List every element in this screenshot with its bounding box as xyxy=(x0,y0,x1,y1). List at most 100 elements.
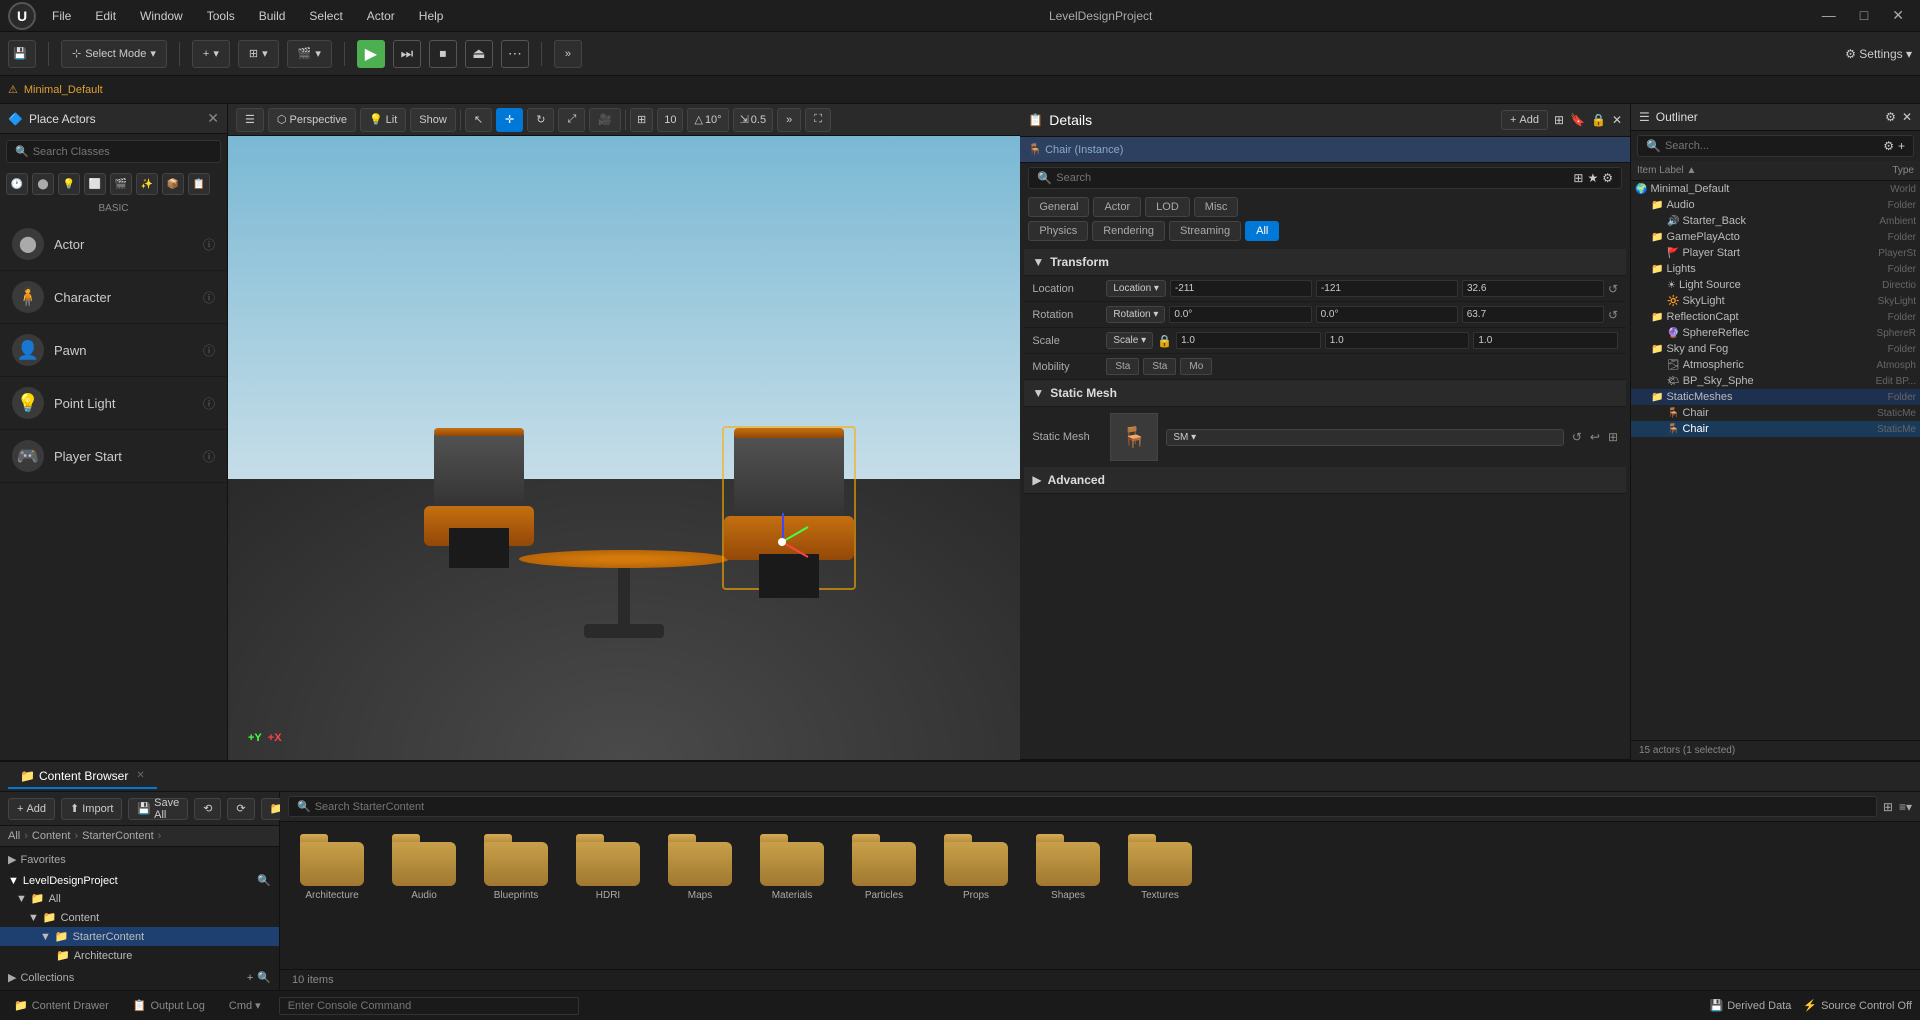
tab-actor[interactable]: Actor xyxy=(1093,197,1141,217)
rotation-reset-icon[interactable]: ↺ xyxy=(1608,308,1618,322)
mobility-movable-btn[interactable]: Mo xyxy=(1180,358,1212,375)
content-browser-close-icon[interactable]: ✕ xyxy=(136,770,144,781)
tab-lod[interactable]: LOD xyxy=(1145,197,1190,217)
cb-tree-architecture[interactable]: 📁 Architecture xyxy=(0,946,279,965)
rotation-y-input[interactable] xyxy=(1316,306,1458,323)
scale-lock-icon[interactable]: 🔒 xyxy=(1157,334,1172,348)
menu-help[interactable]: Help xyxy=(415,7,448,25)
actor-info-pawn[interactable]: ⓘ xyxy=(203,342,215,359)
more-play-button[interactable]: ⋯ xyxy=(501,40,529,68)
actor-item-pawn[interactable]: 👤 Pawn ⓘ xyxy=(0,324,227,377)
outliner-item-bpsky[interactable]: 🌤 BP_Sky_Sphe Edit BP... xyxy=(1631,373,1920,389)
cinema-button[interactable]: 🎬 ▾ xyxy=(287,40,332,68)
menu-select[interactable]: Select xyxy=(305,7,346,25)
cb-add-button[interactable]: + Add xyxy=(8,798,55,820)
actor-tab-visual[interactable]: ✨ xyxy=(136,173,158,195)
static-mesh-select[interactable]: SM ▾ xyxy=(1166,429,1563,446)
transform-section-header[interactable]: ▼ Transform xyxy=(1024,249,1626,276)
cb-tree-startercontent[interactable]: ▼ 📁 StarterContent xyxy=(0,927,279,946)
grid-toggle-button[interactable]: ⊞ xyxy=(630,108,653,132)
static-mesh-section-header[interactable]: ▼ Static Mesh xyxy=(1024,380,1626,407)
cb-path-content[interactable]: Content xyxy=(32,830,71,842)
location-dropdown[interactable]: Location ▾ xyxy=(1106,280,1166,297)
actor-tab-recent[interactable]: 🕐 xyxy=(6,173,28,195)
details-filter-icon[interactable]: ⊞ xyxy=(1573,171,1583,185)
save-button[interactable]: 💾 xyxy=(8,40,36,68)
tab-physics[interactable]: Physics xyxy=(1028,221,1088,241)
cb-forward-btn[interactable]: ⟳ xyxy=(227,798,254,820)
actor-tab-cinematic[interactable]: 🎬 xyxy=(110,173,132,195)
cb-tree-content[interactable]: ▼ 📁 Content xyxy=(0,908,279,927)
scale-tool-button[interactable]: ⤢ xyxy=(558,108,585,132)
cb-filter-icon[interactable]: ≡▾ xyxy=(1899,800,1912,814)
eject-button[interactable]: ⏏ xyxy=(465,40,493,68)
static-mesh-find-icon[interactable]: ⊞ xyxy=(1608,430,1618,444)
actor-info-pointlight[interactable]: ⓘ xyxy=(203,395,215,412)
grid-size-button[interactable]: 10 xyxy=(657,108,683,132)
scale-z-input[interactable] xyxy=(1473,332,1618,349)
content-drawer-button[interactable]: 📁 Content Drawer xyxy=(8,997,115,1014)
lit-button[interactable]: 💡 Lit xyxy=(360,108,406,132)
settings-button[interactable]: ⚙ Settings ▾ xyxy=(1845,47,1912,61)
stop-button[interactable]: ⏹ xyxy=(429,40,457,68)
rotate-tool-button[interactable]: ↻ xyxy=(527,108,554,132)
derived-data-indicator[interactable]: 💾 Derived Data xyxy=(1709,999,1791,1012)
outliner-add-icon[interactable]: + xyxy=(1898,139,1905,153)
source-control-indicator[interactable]: ⚡ Source Control Off xyxy=(1803,999,1912,1012)
place-actors-close[interactable]: ✕ xyxy=(207,110,219,127)
cb-folder-shapes[interactable]: Shapes xyxy=(1028,834,1108,901)
details-search-box[interactable]: 🔍 ⊞ ★ ⚙ xyxy=(1028,167,1622,189)
outliner-search-box[interactable]: 🔍 ⚙ + xyxy=(1637,135,1914,157)
cb-import-button[interactable]: ⬆ Import xyxy=(61,798,122,820)
actor-item-playerstart[interactable]: 🎮 Player Start ⓘ xyxy=(0,430,227,483)
project-section[interactable]: ▼ LevelDesignProject 🔍 xyxy=(0,868,279,889)
scale-snap-button[interactable]: ⇲ 0.5 xyxy=(733,108,774,132)
cmd-button[interactable]: Cmd ▾ xyxy=(223,997,267,1014)
maximize-vp-button[interactable]: ⛶ xyxy=(805,108,831,132)
favorites-section[interactable]: ▶ Favorites xyxy=(0,847,279,868)
details-star-icon[interactable]: ★ xyxy=(1587,171,1598,185)
outliner-item-atmospheric[interactable]: 🌫 Atmospheric Atmosph xyxy=(1631,357,1920,373)
cb-search-box[interactable]: 🔍 xyxy=(288,796,1877,817)
cb-save-all-button[interactable]: 💾 Save All xyxy=(128,798,188,820)
outliner-close[interactable]: ✕ xyxy=(1902,110,1912,124)
menu-window[interactable]: Window xyxy=(136,7,187,25)
actor-info-character[interactable]: ⓘ xyxy=(203,289,215,306)
outliner-item-gameplay[interactable]: 📁 GamePlayActo Folder xyxy=(1631,229,1920,245)
cb-folder-maps[interactable]: Maps xyxy=(660,834,740,901)
scale-y-input[interactable] xyxy=(1325,332,1470,349)
cb-path-starter[interactable]: StarterContent xyxy=(82,830,154,842)
outliner-item-skylight[interactable]: 🔆 SkyLight SkyLight xyxy=(1631,293,1920,309)
cb-folder-audio[interactable]: Audio xyxy=(384,834,464,901)
camera-tool-button[interactable]: 🎥 xyxy=(589,108,621,132)
tab-content-browser[interactable]: 📁 Content Browser ✕ xyxy=(8,765,157,789)
show-button[interactable]: Show xyxy=(410,108,456,132)
advanced-section-header[interactable]: ▶ Advanced xyxy=(1024,467,1626,494)
outliner-item-spherereflec[interactable]: 🔮 SphereReflec SphereR xyxy=(1631,325,1920,341)
cb-path-all[interactable]: All xyxy=(8,830,20,842)
details-search-input[interactable] xyxy=(1056,172,1569,184)
select-tool-button[interactable]: ↖ xyxy=(465,108,492,132)
outliner-settings-icon[interactable]: ⚙ xyxy=(1883,139,1894,153)
cb-folder-props[interactable]: Props xyxy=(936,834,1016,901)
col-type-label[interactable]: Type xyxy=(1854,165,1914,176)
move-tool-button[interactable]: ✛ xyxy=(496,108,523,132)
window-controls[interactable]: — □ ✕ xyxy=(1814,5,1912,26)
select-mode-button[interactable]: ⊹ Select Mode ▾ xyxy=(61,40,167,68)
tab-general[interactable]: General xyxy=(1028,197,1089,217)
menu-edit[interactable]: Edit xyxy=(91,7,120,25)
outliner-gear-icon[interactable]: ⚙ xyxy=(1885,110,1896,124)
location-reset-icon[interactable]: ↺ xyxy=(1608,282,1618,296)
collections-section[interactable]: ▶ Collections + 🔍 xyxy=(0,965,279,986)
play-button[interactable]: ▶ xyxy=(357,40,385,68)
location-x-input[interactable] xyxy=(1170,280,1312,297)
menu-bar[interactable]: File Edit Window Tools Build Select Acto… xyxy=(48,7,447,25)
cb-tree-all[interactable]: ▼ 📁 All xyxy=(0,889,279,908)
actor-item-pointlight[interactable]: 💡 Point Light ⓘ xyxy=(0,377,227,430)
actor-tab-volumes[interactable]: 📦 xyxy=(162,173,184,195)
tab-rendering[interactable]: Rendering xyxy=(1092,221,1165,241)
console-command-input[interactable] xyxy=(279,997,579,1015)
angle-button[interactable]: △ 10° xyxy=(687,108,728,132)
skip-button[interactable]: ⏭ xyxy=(393,40,421,68)
menu-tools[interactable]: Tools xyxy=(203,7,239,25)
